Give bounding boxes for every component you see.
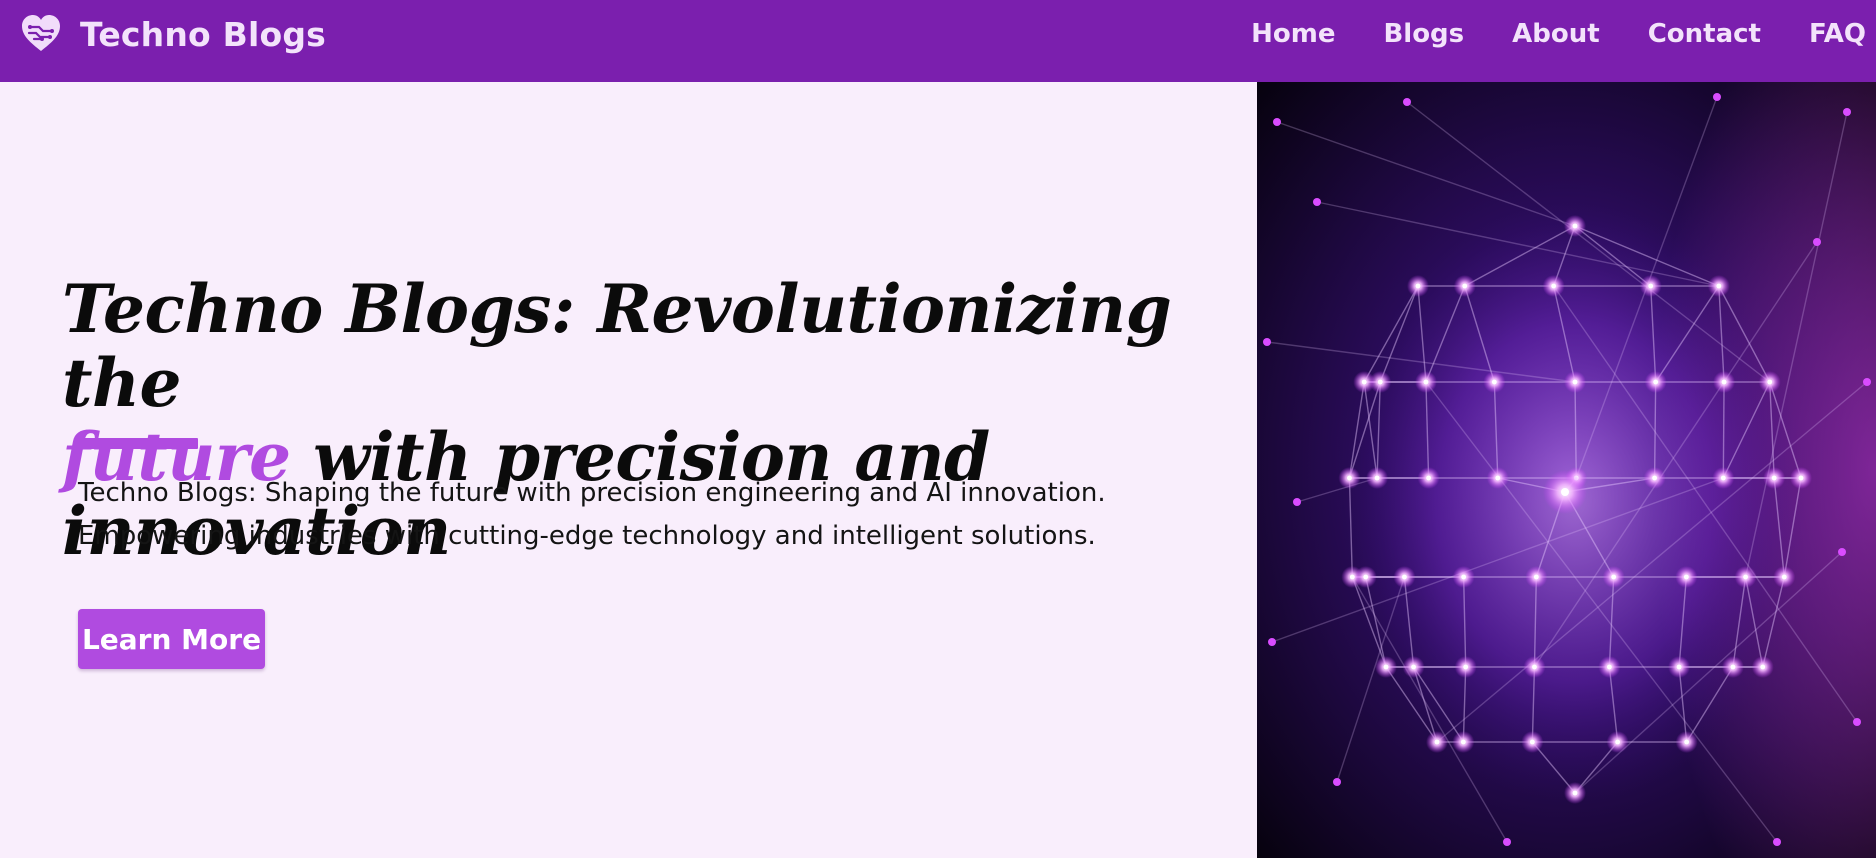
main-nav: Home Blogs About Contact FAQ xyxy=(1203,0,1876,68)
top-navbar: Techno Blogs Home Blogs About Contact FA… xyxy=(0,0,1876,82)
heart-circuit-icon xyxy=(18,11,64,57)
nav-home[interactable]: Home xyxy=(1251,19,1335,49)
brand[interactable]: Techno Blogs xyxy=(18,0,326,68)
nav-faq[interactable]: FAQ xyxy=(1809,19,1866,49)
headline-part-1: Techno Blogs: Revolutionizing the xyxy=(62,270,1172,422)
learn-more-button[interactable]: Learn More xyxy=(78,609,265,669)
nav-about[interactable]: About xyxy=(1512,19,1600,49)
description-line-1: Techno Blogs: Shaping the future with pr… xyxy=(78,478,1106,508)
brand-name: Techno Blogs xyxy=(80,14,327,54)
hero-section: Techno Blogs: Revolutionizing the future … xyxy=(0,82,1257,858)
network-sphere-illustration xyxy=(1257,82,1876,858)
nav-blogs[interactable]: Blogs xyxy=(1383,19,1464,49)
hero-description: Techno Blogs: Shaping the future with pr… xyxy=(78,472,1198,558)
headline-underline-bar xyxy=(78,438,198,449)
description-line-2: Empowering industries with cutting-edge … xyxy=(78,521,1096,551)
hero-image xyxy=(1257,82,1876,858)
nav-contact[interactable]: Contact xyxy=(1648,19,1761,49)
